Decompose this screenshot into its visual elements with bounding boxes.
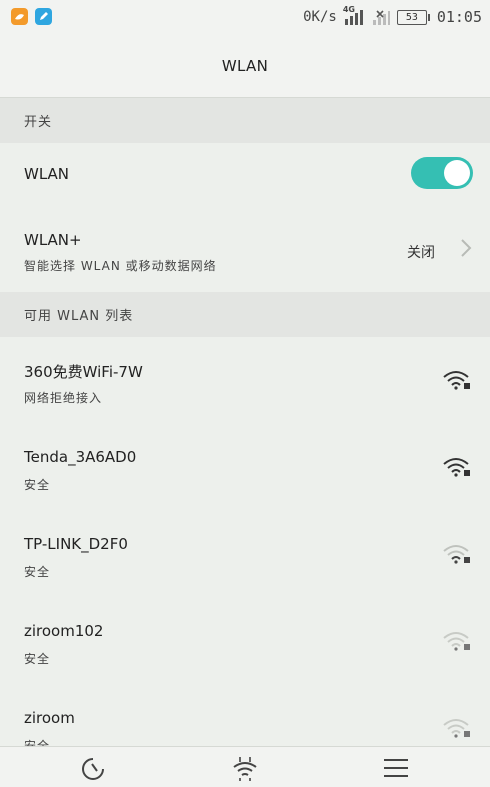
app-notification-icon bbox=[11, 8, 28, 25]
network-ssid: TP-LINK_D2F0 bbox=[24, 535, 128, 553]
network-ssid: Tenda_3A6AD0 bbox=[24, 448, 137, 466]
network-ssid: ziroom102 bbox=[24, 622, 104, 640]
title-bar: WLAN bbox=[0, 34, 490, 98]
network-status: 安全 bbox=[24, 652, 51, 666]
refresh-icon[interactable] bbox=[80, 756, 106, 782]
network-status: 安全 bbox=[24, 739, 51, 746]
network-ssid: 360免费WiFi-7W bbox=[24, 363, 143, 381]
section-title: 开关 bbox=[24, 115, 53, 130]
cell-signal-icon: 4G bbox=[343, 5, 365, 26]
chevron-right-icon bbox=[461, 239, 472, 257]
network-status: 安全 bbox=[24, 478, 51, 492]
network-row[interactable]: Tenda_3A6AD0 安全 bbox=[0, 424, 490, 511]
wifi-locked-weak-icon bbox=[443, 545, 470, 564]
network-row[interactable]: ziroom102 安全 bbox=[0, 598, 490, 685]
wlan-toggle-label: WLAN bbox=[24, 165, 70, 183]
battery-indicator: 53 bbox=[396, 9, 430, 25]
network-row[interactable]: TP-LINK_D2F0 安全 bbox=[0, 511, 490, 598]
network-status: 安全 bbox=[24, 565, 51, 579]
network-speed: 0K/s bbox=[303, 9, 337, 25]
section-header-switch: 开关 bbox=[0, 98, 490, 143]
bottom-toolbar bbox=[0, 746, 490, 787]
network-status: 网络拒绝接入 bbox=[24, 391, 103, 405]
wlan-switch[interactable] bbox=[411, 157, 473, 189]
wlan-plus-row[interactable]: WLAN+ 智能选择 WLAN 或移动数据网络 关闭 bbox=[0, 205, 490, 291]
network-ssid: ziroom bbox=[24, 709, 75, 727]
wifi-locked-weak-icon bbox=[443, 719, 470, 738]
section-title: 可用 WLAN 列表 bbox=[24, 309, 134, 324]
switch-knob bbox=[444, 160, 470, 186]
wlan-plus-value: 关闭 bbox=[407, 245, 435, 261]
status-indicators: 0K/s 4G 53 01:05 bbox=[303, 5, 482, 28]
wlan-plus-title: WLAN+ bbox=[24, 231, 82, 249]
edit-notification-icon bbox=[35, 8, 52, 25]
network-row[interactable]: ziroom 安全 bbox=[0, 685, 490, 746]
wlan-toggle-row[interactable]: WLAN bbox=[0, 143, 490, 205]
wlan-plus-subtitle: 智能选择 WLAN 或移动数据网络 bbox=[24, 259, 217, 273]
no-sim-signal-icon bbox=[372, 10, 390, 25]
wifi-locked-weak-icon bbox=[443, 632, 470, 651]
network-row[interactable]: 360免费WiFi-7W 网络拒绝接入 bbox=[0, 337, 490, 424]
wifi-direct-icon[interactable] bbox=[231, 756, 259, 782]
section-header-networks: 可用 WLAN 列表 bbox=[0, 292, 490, 337]
wifi-locked-strong-icon bbox=[443, 371, 470, 390]
status-bar: 0K/s 4G 53 01:05 bbox=[0, 0, 490, 34]
clock: 01:05 bbox=[436, 8, 482, 26]
wifi-locked-strong-icon bbox=[443, 458, 470, 477]
page-title: WLAN bbox=[221, 56, 269, 75]
menu-icon[interactable] bbox=[383, 756, 409, 780]
